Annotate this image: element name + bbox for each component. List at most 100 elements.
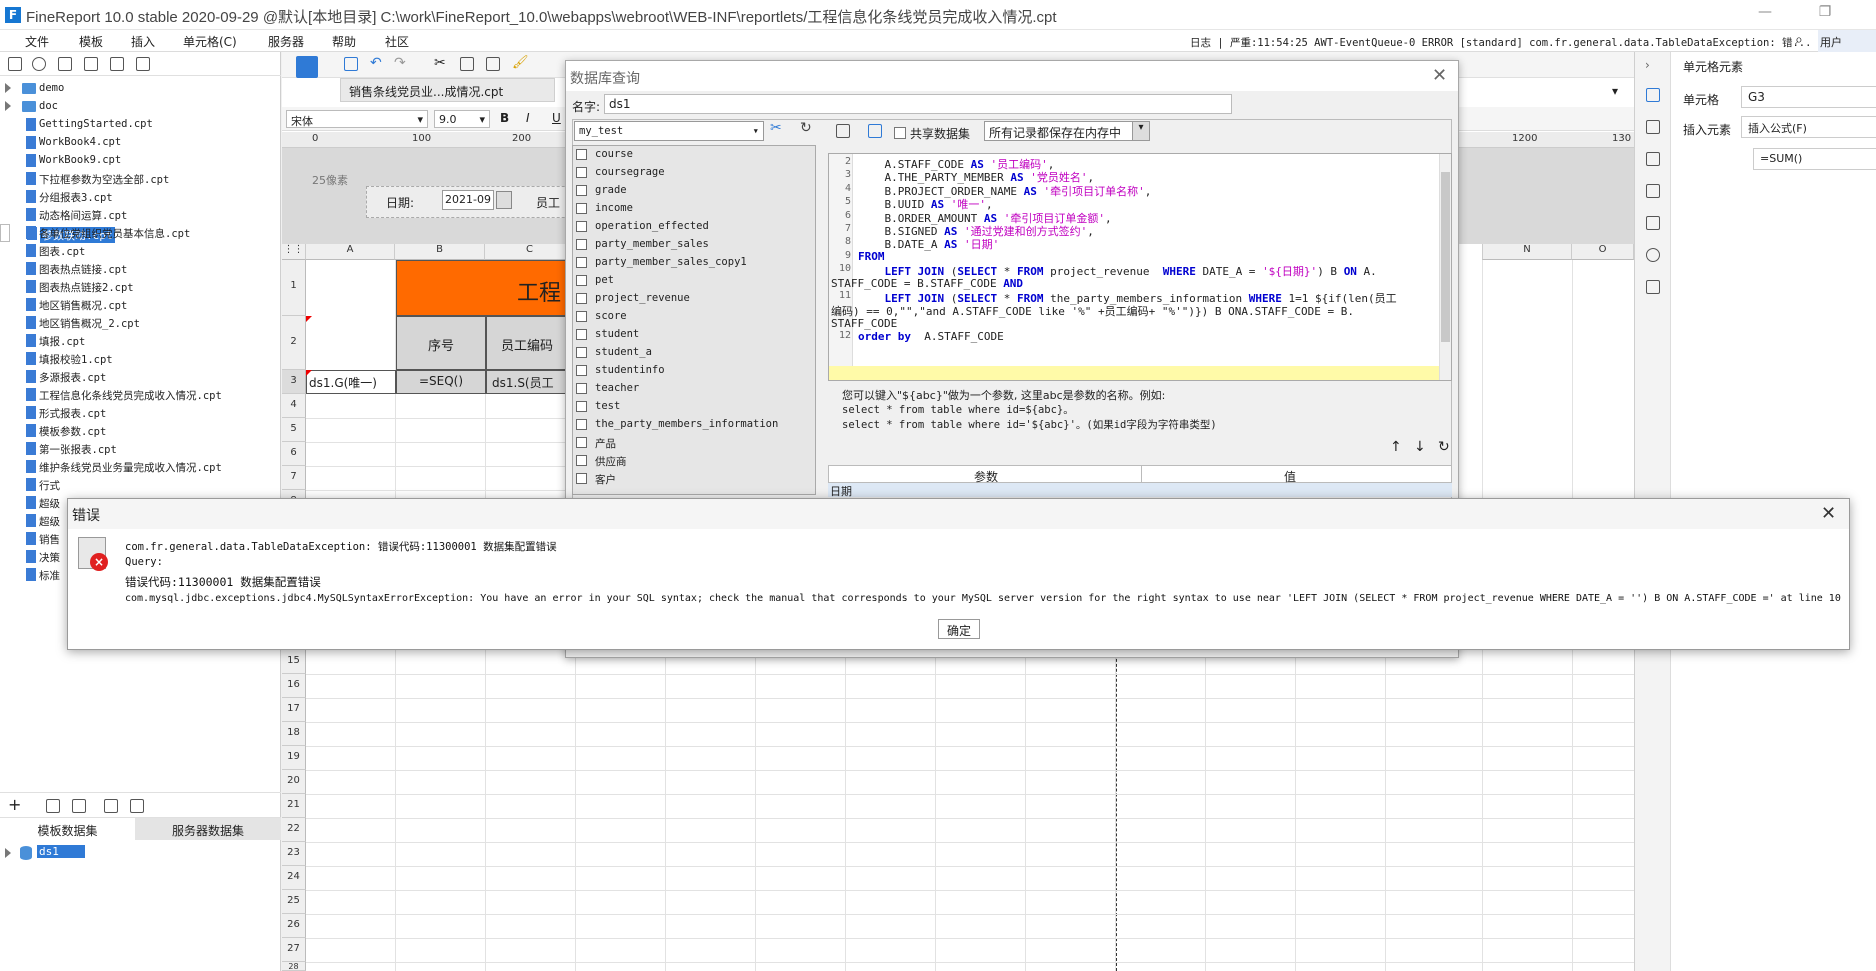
row-header[interactable]: 25 xyxy=(282,890,306,914)
row-header[interactable]: 27 xyxy=(282,938,306,962)
tree-file[interactable]: 分组报表3.cpt xyxy=(0,188,281,206)
param-date-input[interactable]: 2021-09 xyxy=(442,190,494,210)
expand-icon[interactable] xyxy=(5,83,11,93)
minimize-button[interactable]: — xyxy=(1750,4,1780,24)
tree-file[interactable]: 填报校验1.cpt xyxy=(0,350,281,368)
table-list[interactable]: course coursegrage grade income operatio… xyxy=(572,145,816,495)
tree-file[interactable]: 图表热点链接2.cpt xyxy=(0,278,281,296)
table-icon[interactable] xyxy=(130,799,144,813)
user-button[interactable]: 用户Csrzpm xyxy=(1818,30,1876,63)
tab-server-dataset[interactable]: 服务器数据集 xyxy=(135,818,281,840)
add-icon[interactable]: + xyxy=(8,795,21,814)
tree-file[interactable]: 行式 xyxy=(0,476,281,494)
name-input[interactable]: ds1 xyxy=(604,94,1232,114)
move-up-icon[interactable]: ↑ xyxy=(1390,439,1402,455)
copy-icon[interactable] xyxy=(136,57,150,71)
menu-cell[interactable]: 单元格(C) xyxy=(183,33,237,50)
bold-button[interactable]: B xyxy=(500,111,509,125)
chevron-down-icon[interactable]: ▾ xyxy=(1132,121,1150,141)
new-folder-icon[interactable] xyxy=(8,57,22,71)
template-icon[interactable] xyxy=(296,56,318,78)
float-element-icon[interactable] xyxy=(1646,152,1660,166)
sql-editor[interactable]: 2 A.STAFF_CODE AS '员工编码', 3 A.THE_PARTY_M… xyxy=(828,153,1452,381)
formula-input[interactable]: =SUM() xyxy=(1753,148,1876,170)
cell-element-icon[interactable] xyxy=(1646,88,1660,102)
menu-file[interactable]: 文件 xyxy=(25,33,49,50)
preview-icon[interactable] xyxy=(104,799,118,813)
row-header[interactable]: 19 xyxy=(282,746,306,770)
widget-icon[interactable] xyxy=(1646,184,1660,198)
column-header[interactable]: C xyxy=(485,244,575,260)
row-header[interactable]: 20 xyxy=(282,770,306,794)
preview-icon[interactable] xyxy=(836,124,850,138)
redo-icon[interactable]: ↷ xyxy=(394,55,406,71)
tree-file[interactable]: 维护条线党员业务量完成收入情况.cpt xyxy=(0,458,281,476)
tree-file[interactable]: WorkBook9.cpt xyxy=(0,152,281,170)
cell-attribute-icon[interactable] xyxy=(1646,120,1660,134)
row-header[interactable]: 2 xyxy=(282,316,306,370)
open-icon[interactable] xyxy=(58,57,72,71)
expand-icon[interactable] xyxy=(5,101,11,111)
row-header[interactable]: 26 xyxy=(282,914,306,938)
cell-input[interactable]: G3 xyxy=(1741,86,1876,108)
cell-b2[interactable]: 序号 xyxy=(396,316,486,370)
menu-help[interactable]: 帮助 xyxy=(332,33,356,50)
condition-icon[interactable] xyxy=(1646,216,1660,230)
menu-insert[interactable]: 插入 xyxy=(131,33,155,50)
row-header[interactable]: 3 xyxy=(282,370,306,394)
delete-icon[interactable] xyxy=(110,57,124,71)
row-header[interactable]: 21 xyxy=(282,794,306,818)
log-bar[interactable]: 日志 | 严重:11:54:25 AWT-EventQueue-0 ERROR … xyxy=(1190,32,1876,52)
dataset-item-ds1[interactable]: ds1 xyxy=(0,844,281,862)
row-header[interactable]: 23 xyxy=(282,842,306,866)
edit-icon[interactable] xyxy=(46,799,60,813)
column-header[interactable]: A xyxy=(306,244,395,260)
row-header[interactable]: 4 xyxy=(282,394,306,418)
connection-select[interactable]: my_test ▾ xyxy=(574,121,764,141)
close-icon[interactable]: ✕ xyxy=(1821,503,1836,524)
insert-select[interactable]: 插入公式(F) xyxy=(1741,116,1876,138)
row-header[interactable]: 28 xyxy=(282,962,306,971)
refresh-icon[interactable] xyxy=(32,57,46,71)
tree-file[interactable]: GettingStarted.cpt xyxy=(0,116,281,134)
tree-folder-demo[interactable]: demo xyxy=(0,80,281,98)
tree-file[interactable]: 地区销售概况.cpt xyxy=(0,296,281,314)
collapse-icon[interactable]: › xyxy=(1645,58,1650,72)
menu-server[interactable]: 服务器 xyxy=(268,33,304,50)
tree-file[interactable]: 多源报表.cpt xyxy=(0,368,281,386)
paste-icon[interactable] xyxy=(486,57,500,71)
cell-title[interactable]: 工程 xyxy=(396,260,576,316)
calendar-icon[interactable] xyxy=(496,191,512,209)
cell-c3[interactable]: ds1.S(员工 xyxy=(486,370,576,394)
settings-icon[interactable] xyxy=(84,57,98,71)
tree-file[interactable]: 填报.cpt xyxy=(0,332,281,350)
maximize-button[interactable]: ❐ xyxy=(1810,4,1840,24)
row-header[interactable]: 24 xyxy=(282,866,306,890)
row-header[interactable]: 15 xyxy=(282,650,306,674)
row-header[interactable]: 18 xyxy=(282,722,306,746)
refresh-icon[interactable]: ↻ xyxy=(800,120,812,136)
refresh-params-icon[interactable]: ↻ xyxy=(1438,439,1450,455)
select-all-corner[interactable]: ⋮⋮ xyxy=(282,244,306,260)
tree-file[interactable]: 模板参数.cpt xyxy=(0,422,281,440)
document-tab[interactable]: 销售条线党员业...成情况.cpt xyxy=(340,78,555,102)
cell-b3[interactable]: =SEQ() xyxy=(396,370,486,394)
undo-icon[interactable]: ↶ xyxy=(370,55,382,71)
param-row[interactable]: 日期 xyxy=(828,483,1452,497)
memory-mode-select[interactable]: 所有记录都保存在内存中 xyxy=(984,121,1144,141)
tree-file[interactable]: 图表热点链接.cpt xyxy=(0,260,281,278)
delete-icon[interactable] xyxy=(72,799,86,813)
tab-menu-icon[interactable]: ▾ xyxy=(1612,84,1618,98)
cell-c2[interactable]: 员工编码 xyxy=(486,316,576,370)
expand-icon[interactable] xyxy=(5,848,11,858)
tree-file[interactable]: 各单位党组织党员基本信息.cpt xyxy=(0,224,281,242)
close-icon[interactable]: ✕ xyxy=(1432,65,1447,86)
row-header[interactable]: 22 xyxy=(282,818,306,842)
sql-edit-icon[interactable] xyxy=(868,124,882,138)
row-header[interactable]: 1 xyxy=(282,260,306,316)
hyperlink-icon[interactable] xyxy=(1646,248,1660,262)
row-header[interactable]: 7 xyxy=(282,466,306,490)
tree-folder-doc[interactable]: doc xyxy=(0,98,281,116)
row-header[interactable]: 16 xyxy=(282,674,306,698)
menu-template[interactable]: 模板 xyxy=(79,33,103,50)
